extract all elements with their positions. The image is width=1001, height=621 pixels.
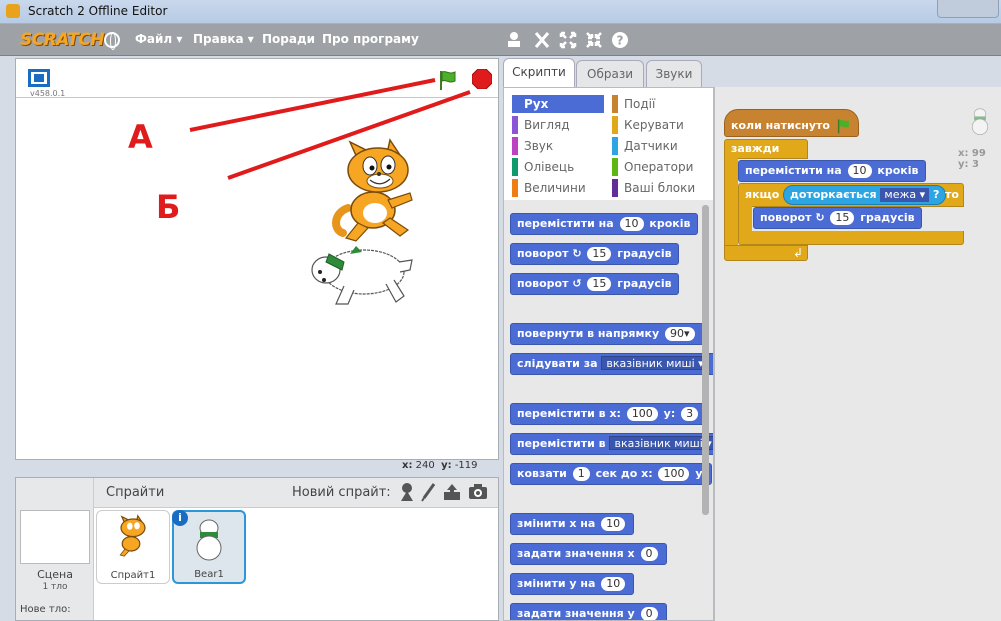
- menu-about[interactable]: Про програму: [322, 32, 419, 46]
- green-flag-icon[interactable]: [436, 69, 458, 91]
- menu-edit[interactable]: Правка ▾: [193, 32, 254, 46]
- sprite-info-icon[interactable]: i: [172, 510, 188, 526]
- stage-panel: v458.0.1: [15, 58, 499, 460]
- grow-icon[interactable]: [559, 31, 577, 49]
- y-label: y:: [441, 460, 452, 471]
- menu-file[interactable]: Файл ▾: [135, 32, 182, 46]
- block-if[interactable]: якщо доторкається межа ▾ ? то: [738, 183, 964, 207]
- if-arm: [738, 205, 752, 233]
- annotation-letter-a: А: [128, 118, 153, 156]
- script-block-turn[interactable]: поворот ↻ 15 градусів: [753, 207, 922, 229]
- block-turn-right[interactable]: поворот ↻ 15 градусів: [510, 243, 679, 265]
- bear-thumbnail: [196, 519, 222, 561]
- mouse-coordinates: x: 240 y: -119: [402, 460, 478, 471]
- category-sensing[interactable]: Датчики: [612, 137, 704, 155]
- scratch-logo[interactable]: SCRATCH: [20, 30, 105, 50]
- sprite-name: Bear1: [194, 569, 224, 580]
- block-point-direction[interactable]: повернути в напрямку 90▾: [510, 323, 704, 345]
- new-backdrop-label: Нове тло:: [20, 604, 71, 615]
- stage-header: v458.0.1: [16, 59, 498, 98]
- cat-sprite[interactable]: [328, 138, 428, 248]
- sprite-x: x: 99: [958, 148, 986, 159]
- script-block-move[interactable]: перемістити на 10 кроків: [738, 160, 926, 182]
- tab-scripts[interactable]: Скрипти: [503, 58, 575, 88]
- block-set-x[interactable]: задати значення x 0: [510, 543, 667, 565]
- category-sound[interactable]: Звук: [512, 137, 604, 155]
- scratch-app-icon: [6, 4, 20, 18]
- help-icon[interactable]: ?: [611, 31, 629, 49]
- block-change-x[interactable]: змінити x на 10: [510, 513, 635, 535]
- x-value: 240: [415, 460, 435, 471]
- green-flag-icon: [837, 119, 849, 134]
- sprite-position: x: 99 y: 3: [958, 148, 986, 170]
- scene-column: Сцена 1 тло Нове тло:: [16, 478, 94, 620]
- category-more-blocks[interactable]: Ваші блоки: [612, 179, 704, 197]
- svg-text:?: ?: [617, 34, 624, 48]
- category-data[interactable]: Величини: [512, 179, 604, 197]
- block-turn-left[interactable]: поворот ↺ 15 градусів: [510, 273, 679, 295]
- block-forever[interactable]: завжди: [724, 139, 808, 159]
- cat-thumbnail: [119, 514, 146, 557]
- fullscreen-icon[interactable]: [28, 69, 50, 87]
- upload-sprite-icon[interactable]: [442, 482, 462, 502]
- cut-icon[interactable]: [533, 31, 551, 49]
- if-bottom: [738, 231, 964, 245]
- window-title: Scratch 2 Offline Editor: [28, 4, 168, 18]
- x-label: x:: [402, 460, 413, 471]
- sprite-thumb-cat[interactable]: Спрайт1: [96, 510, 170, 584]
- forever-arm: [724, 157, 738, 247]
- scene-thumbnail[interactable]: [20, 510, 90, 564]
- sprite-library-icon[interactable]: [398, 482, 416, 502]
- shrink-icon[interactable]: [585, 31, 603, 49]
- language-globe-icon[interactable]: [104, 32, 120, 50]
- palette-scrollbar[interactable]: [702, 205, 709, 515]
- annotation-letter-b: Б: [156, 188, 181, 226]
- sprite-name: Спрайт1: [110, 570, 156, 581]
- block-palette: Рух Вигляд Звук Олівець Величини Події К…: [503, 87, 714, 621]
- window-titlebar: Scratch 2 Offline Editor: [0, 0, 1001, 24]
- menu-tips[interactable]: Поради: [262, 32, 315, 46]
- category-pen[interactable]: Олівець: [512, 158, 604, 176]
- stage-canvas[interactable]: [16, 97, 498, 459]
- camera-sprite-icon[interactable]: [468, 483, 488, 501]
- tab-sounds[interactable]: Звуки: [646, 60, 702, 88]
- block-touching[interactable]: доторкається межа ▾ ?: [783, 185, 947, 205]
- category-looks[interactable]: Вигляд: [512, 116, 604, 134]
- category-operators[interactable]: Оператори: [612, 158, 704, 176]
- block-goto[interactable]: перемістити в вказівник миші ▾: [510, 433, 713, 455]
- bear-sprite[interactable]: [304, 240, 414, 310]
- sprites-title: Спрайти: [106, 485, 165, 500]
- block-goto-xy[interactable]: перемістити в x: 100 y: 3: [510, 403, 708, 425]
- sprite-y: y: 3: [958, 159, 979, 170]
- motion-blocks: перемістити на 10 кроків поворот ↻ 15 гр…: [504, 202, 713, 620]
- block-glide[interactable]: ковзати 1 сек до x: 100 y: 3: [510, 463, 712, 485]
- editor-tabs: Скрипти Образи Звуки: [503, 58, 713, 88]
- block-when-flag-clicked[interactable]: коли натиснуто: [724, 109, 859, 137]
- block-move-steps[interactable]: перемістити на 10 кроків: [510, 213, 698, 235]
- scene-backdrop-count: 1 тло: [42, 582, 68, 592]
- block-set-y[interactable]: задати значення y 0: [510, 603, 667, 620]
- y-value: -119: [454, 460, 478, 471]
- sprites-panel: Сцена 1 тло Нове тло: Спрайти Новий спра…: [15, 477, 499, 621]
- scene-label: Сцена: [37, 568, 73, 581]
- block-point-towards[interactable]: слідувати за вказівник миші ▾: [510, 353, 713, 375]
- tab-costumes[interactable]: Образи: [576, 60, 644, 88]
- category-motion[interactable]: Рух: [512, 95, 604, 113]
- current-sprite-preview: [971, 108, 989, 135]
- duplicate-icon[interactable]: [505, 31, 523, 49]
- window-controls[interactable]: [937, 0, 999, 18]
- menu-bar: SCRATCH Файл ▾ Правка ▾ Поради Про прогр…: [0, 24, 1001, 56]
- sprite-thumb-bear[interactable]: i Bear1: [172, 510, 246, 584]
- category-events[interactable]: Події: [612, 95, 704, 113]
- category-control[interactable]: Керувати: [612, 116, 704, 134]
- stop-icon[interactable]: [472, 69, 492, 89]
- block-change-y[interactable]: змінити y на 10: [510, 573, 635, 595]
- new-sprite-label: Новий спрайт:: [292, 485, 391, 500]
- forever-loop-arrow-icon: ↲: [724, 245, 808, 261]
- block-categories: Рух Вигляд Звук Олівець Величини Події К…: [504, 88, 713, 200]
- paint-sprite-icon[interactable]: [420, 482, 436, 502]
